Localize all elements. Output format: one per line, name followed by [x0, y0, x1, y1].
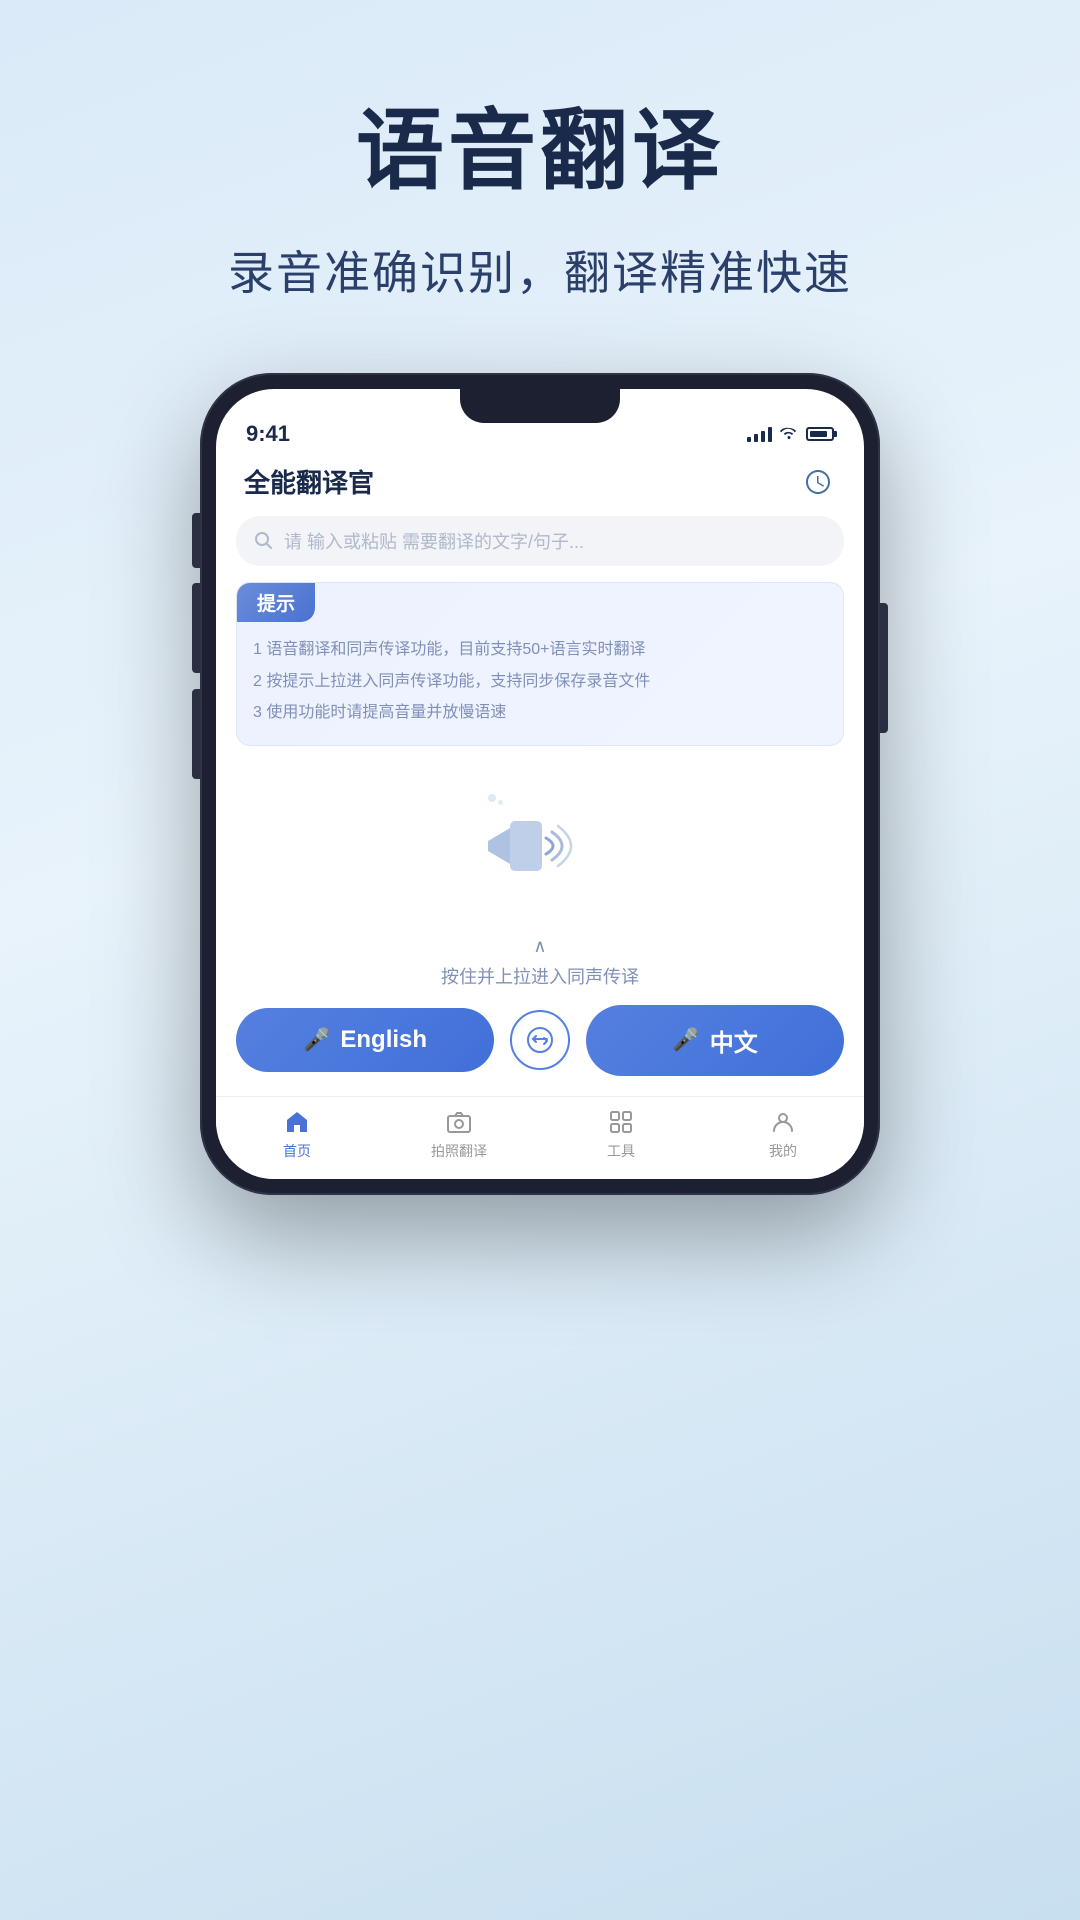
tips-header: 提示	[237, 583, 315, 622]
nav-label-profile: 我的	[769, 1141, 797, 1161]
bottom-nav: 首页 拍照翻译	[216, 1096, 864, 1179]
speaker-icon	[480, 786, 600, 906]
status-time: 9:41	[246, 421, 290, 447]
slide-hint: ∧ 按住并上拉进入同声传译	[236, 936, 844, 1005]
tools-icon	[606, 1107, 636, 1137]
nav-item-photo[interactable]: 拍照翻译	[378, 1107, 540, 1161]
english-label: English	[340, 1026, 427, 1054]
app-header: 全能翻译官	[216, 451, 864, 512]
nav-item-profile[interactable]: 我的	[702, 1107, 864, 1161]
side-button-top	[192, 513, 200, 568]
search-placeholder-text: 请 输入或粘贴 需要翻译的文字/句子...	[284, 528, 584, 554]
bottom-buttons: 🎤 English 🎤 中文	[216, 1005, 864, 1096]
side-button-vol-down	[192, 689, 200, 779]
home-icon	[282, 1107, 312, 1137]
search-icon	[254, 531, 274, 551]
app-content: 9:41	[216, 389, 864, 1179]
slide-text: 按住并上拉进入同声传译	[236, 963, 844, 989]
slide-arrow: ∧	[236, 936, 844, 957]
signal-icon	[747, 426, 772, 442]
tips-item-2: 2 按提示上拉进入同声传译功能，支持同步保存录音文件	[237, 666, 843, 698]
speaker-area	[236, 766, 844, 936]
tips-item-3: 3 使用功能时请提高音量并放慢语速	[237, 697, 843, 729]
hero-section: 语音翻译 录音准确识别，翻译精准快速	[0, 0, 1080, 343]
nav-label-home: 首页	[283, 1141, 311, 1161]
swap-button[interactable]	[510, 1010, 570, 1070]
battery-icon	[806, 427, 834, 441]
mic-icon-chinese: 🎤	[672, 1027, 699, 1053]
phone-screen: 9:41	[216, 389, 864, 1179]
english-button[interactable]: 🎤 English	[236, 1008, 494, 1072]
camera-icon	[444, 1107, 474, 1137]
phone-outer: 9:41	[200, 373, 880, 1195]
nav-label-tools: 工具	[607, 1141, 635, 1161]
notch	[460, 389, 620, 423]
status-icons	[747, 425, 834, 444]
history-icon[interactable]	[800, 464, 836, 500]
chinese-label: 中文	[710, 1023, 758, 1058]
phone-mockup: 9:41	[200, 373, 880, 1195]
side-button-power	[880, 603, 888, 733]
chinese-button[interactable]: 🎤 中文	[586, 1005, 844, 1076]
swap-icon	[526, 1026, 554, 1054]
tips-box: 提示 1 语音翻译和同声传译功能，目前支持50+语言实时翻译 2 按提示上拉进入…	[236, 582, 844, 746]
search-bar[interactable]: 请 输入或粘贴 需要翻译的文字/句子...	[236, 516, 844, 566]
content-area: 提示 1 语音翻译和同声传译功能，目前支持50+语言实时翻译 2 按提示上拉进入…	[216, 582, 864, 1005]
nav-item-tools[interactable]: 工具	[540, 1107, 702, 1161]
wifi-icon	[780, 425, 798, 444]
app-title: 全能翻译官	[244, 463, 374, 500]
nav-label-photo: 拍照翻译	[431, 1141, 487, 1161]
tips-item-1: 1 语音翻译和同声传译功能，目前支持50+语言实时翻译	[237, 634, 843, 666]
hero-subtitle: 录音准确识别，翻译精准快速	[60, 237, 1020, 303]
profile-icon	[768, 1107, 798, 1137]
nav-item-home[interactable]: 首页	[216, 1107, 378, 1161]
side-button-vol-up	[192, 583, 200, 673]
mic-icon-english: 🎤	[303, 1027, 330, 1053]
hero-title: 语音翻译	[60, 80, 1020, 207]
